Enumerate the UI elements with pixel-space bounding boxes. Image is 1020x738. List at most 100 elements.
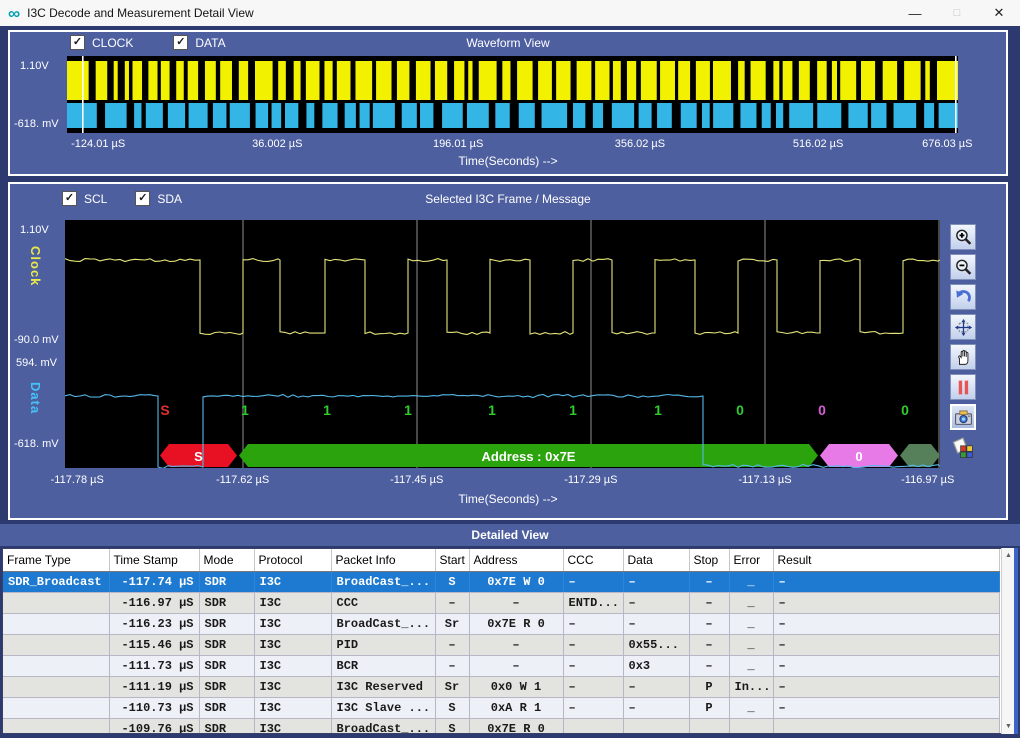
frame-checkbox-sda[interactable]: ✓ SDA [135, 191, 182, 206]
table-cell: – [469, 593, 563, 614]
column-header[interactable]: Address [469, 549, 563, 572]
column-header[interactable]: Stop [689, 549, 729, 572]
table-row[interactable]: -115.46 µSSDRI3CPID–––0x55...–_– [3, 635, 999, 656]
checkbox-check-icon: ✓ [135, 191, 150, 206]
time-tick: -124.01 µS [71, 138, 125, 150]
column-header[interactable]: Packet Info [331, 549, 435, 572]
mid-x-axis-label: Time(Seconds) --> [10, 492, 1006, 506]
column-header[interactable]: Data [623, 549, 689, 572]
table-cell: CCC [331, 593, 435, 614]
table-cell: SDR_Broadcast [3, 572, 109, 593]
overview-waveform-svg [67, 56, 958, 133]
app-window: ∞ I3C Decode and Measurement Detail View… [0, 0, 1020, 738]
table-row[interactable]: -109.76 µSSDRI3CBroadCast_...S0x7E R 0 [3, 719, 999, 735]
column-header[interactable]: Error [729, 549, 773, 572]
table-cell [3, 614, 109, 635]
table-cell: – [773, 698, 999, 719]
frame-view-header: Selected I3C Frame / Message ✓SCL✓SDA [10, 190, 1006, 210]
frame-checkbox-scl[interactable]: ✓SCL [62, 191, 107, 206]
svg-text:1: 1 [323, 402, 331, 418]
app-logo-icon: ∞ [8, 5, 20, 22]
table-cell: – [435, 593, 469, 614]
checkbox-check-icon: ✓ [70, 35, 85, 50]
zoom-in-button[interactable] [950, 224, 976, 250]
table-cell: SDR [199, 614, 254, 635]
frame-checkbox-group: ✓SCL ✓ SDA [62, 191, 182, 206]
table-row[interactable]: -110.73 µSSDRI3CI3C Slave ...S0xA R 1––P… [3, 698, 999, 719]
time-tick: -117.13 µS [738, 474, 791, 486]
table-cell: – [563, 656, 623, 677]
table-cell: SDR [199, 635, 254, 656]
table-scrollbar[interactable]: ▲ ▼ [1001, 548, 1018, 734]
column-header[interactable]: Result [773, 549, 999, 572]
close-button[interactable]: ✕ [978, 0, 1020, 26]
pan-button[interactable] [950, 314, 976, 340]
svg-text:1: 1 [488, 402, 496, 418]
detailed-view-panel: Detailed View Frame TypeTime StampModePr… [0, 524, 1020, 738]
mid-clock-max-label: 1.10V [20, 224, 49, 236]
table-cell: I3C [254, 593, 331, 614]
table-cell: ENTD... [563, 593, 623, 614]
pause-button[interactable] [950, 374, 976, 400]
table-cell: _ [729, 572, 773, 593]
column-header[interactable]: Mode [199, 549, 254, 572]
column-header[interactable]: CCC [563, 549, 623, 572]
svg-text:1: 1 [241, 402, 249, 418]
window-content: Waveform View ✓CLOCK✓DATA 1.10V -618. mV… [0, 26, 1020, 738]
zoom-out-button[interactable] [950, 254, 976, 280]
table-row[interactable]: -111.73 µSSDRI3CBCR–––0x3–_– [3, 656, 999, 677]
checkbox-label: CLOCK [92, 36, 133, 50]
table-cell: BCR [331, 656, 435, 677]
minimize-button[interactable]: — [894, 0, 936, 26]
palette-button[interactable] [950, 434, 976, 460]
table-cell: – [563, 698, 623, 719]
table-cell [3, 635, 109, 656]
overview-waveform-plot[interactable] [67, 56, 958, 133]
mid-data-max-label: 594. mV [16, 357, 57, 369]
table-cell: I3C Reserved [331, 677, 435, 698]
table-cell: – [773, 677, 999, 698]
table-cell: 0x3 [623, 656, 689, 677]
hand-button[interactable] [950, 344, 976, 370]
column-header[interactable]: Protocol [254, 549, 331, 572]
table-row[interactable]: -111.19 µSSDRI3CI3C ReservedSr0x0 W 1––P… [3, 677, 999, 698]
column-header[interactable]: Frame Type [3, 549, 109, 572]
camera-button[interactable] [950, 404, 976, 430]
frame-waveform-svg: SAddress : 0x7E0S111111000 [65, 220, 940, 468]
undo-button[interactable] [950, 284, 976, 310]
table-cell: – [469, 656, 563, 677]
table-cell [3, 656, 109, 677]
waveform-checkbox-clock[interactable]: ✓ CLOCK [70, 35, 133, 50]
table-cell: – [435, 656, 469, 677]
checkbox-label: SDA [157, 192, 182, 206]
table-cell: – [773, 572, 999, 593]
time-tick: -117.78 µS [51, 474, 104, 486]
table-cell: I3C [254, 656, 331, 677]
table-cell: – [773, 656, 999, 677]
table-cell: 0x7E R 0 [469, 614, 563, 635]
frame-waveform-plot[interactable]: SAddress : 0x7E0S111111000 [65, 220, 940, 468]
table-cell: 0x55... [623, 635, 689, 656]
table-cell: – [469, 635, 563, 656]
table-row[interactable]: SDR_Broadcast-117.74 µSSDRI3CBroadCast_.… [3, 572, 999, 593]
column-header[interactable]: Time Stamp [109, 549, 199, 572]
table-cell: – [435, 635, 469, 656]
maximize-button[interactable]: □ [936, 0, 978, 26]
table-cell: SDR [199, 572, 254, 593]
table-cell: Sr [435, 677, 469, 698]
table-row[interactable]: -116.23 µSSDRI3CBroadCast_...Sr0x7E R 0–… [3, 614, 999, 635]
palette-icon [951, 435, 975, 459]
time-tick: -117.62 µS [216, 474, 269, 486]
time-tick: -116.97 µS [901, 474, 954, 486]
time-tick: -117.29 µS [564, 474, 617, 486]
table-cell [729, 719, 773, 735]
column-header[interactable]: Start [435, 549, 469, 572]
table-cell [3, 698, 109, 719]
table-header-row: Frame TypeTime StampModeProtocolPacket I… [3, 549, 999, 572]
table-cell: – [773, 635, 999, 656]
waveform-checkbox-data[interactable]: ✓DATA [173, 35, 225, 50]
time-tick: 36.002 µS [252, 138, 302, 150]
table-cell: 0x7E W 0 [469, 572, 563, 593]
table-row[interactable]: -116.97 µSSDRI3CCCC––ENTD...––_– [3, 593, 999, 614]
table-cell: – [623, 677, 689, 698]
